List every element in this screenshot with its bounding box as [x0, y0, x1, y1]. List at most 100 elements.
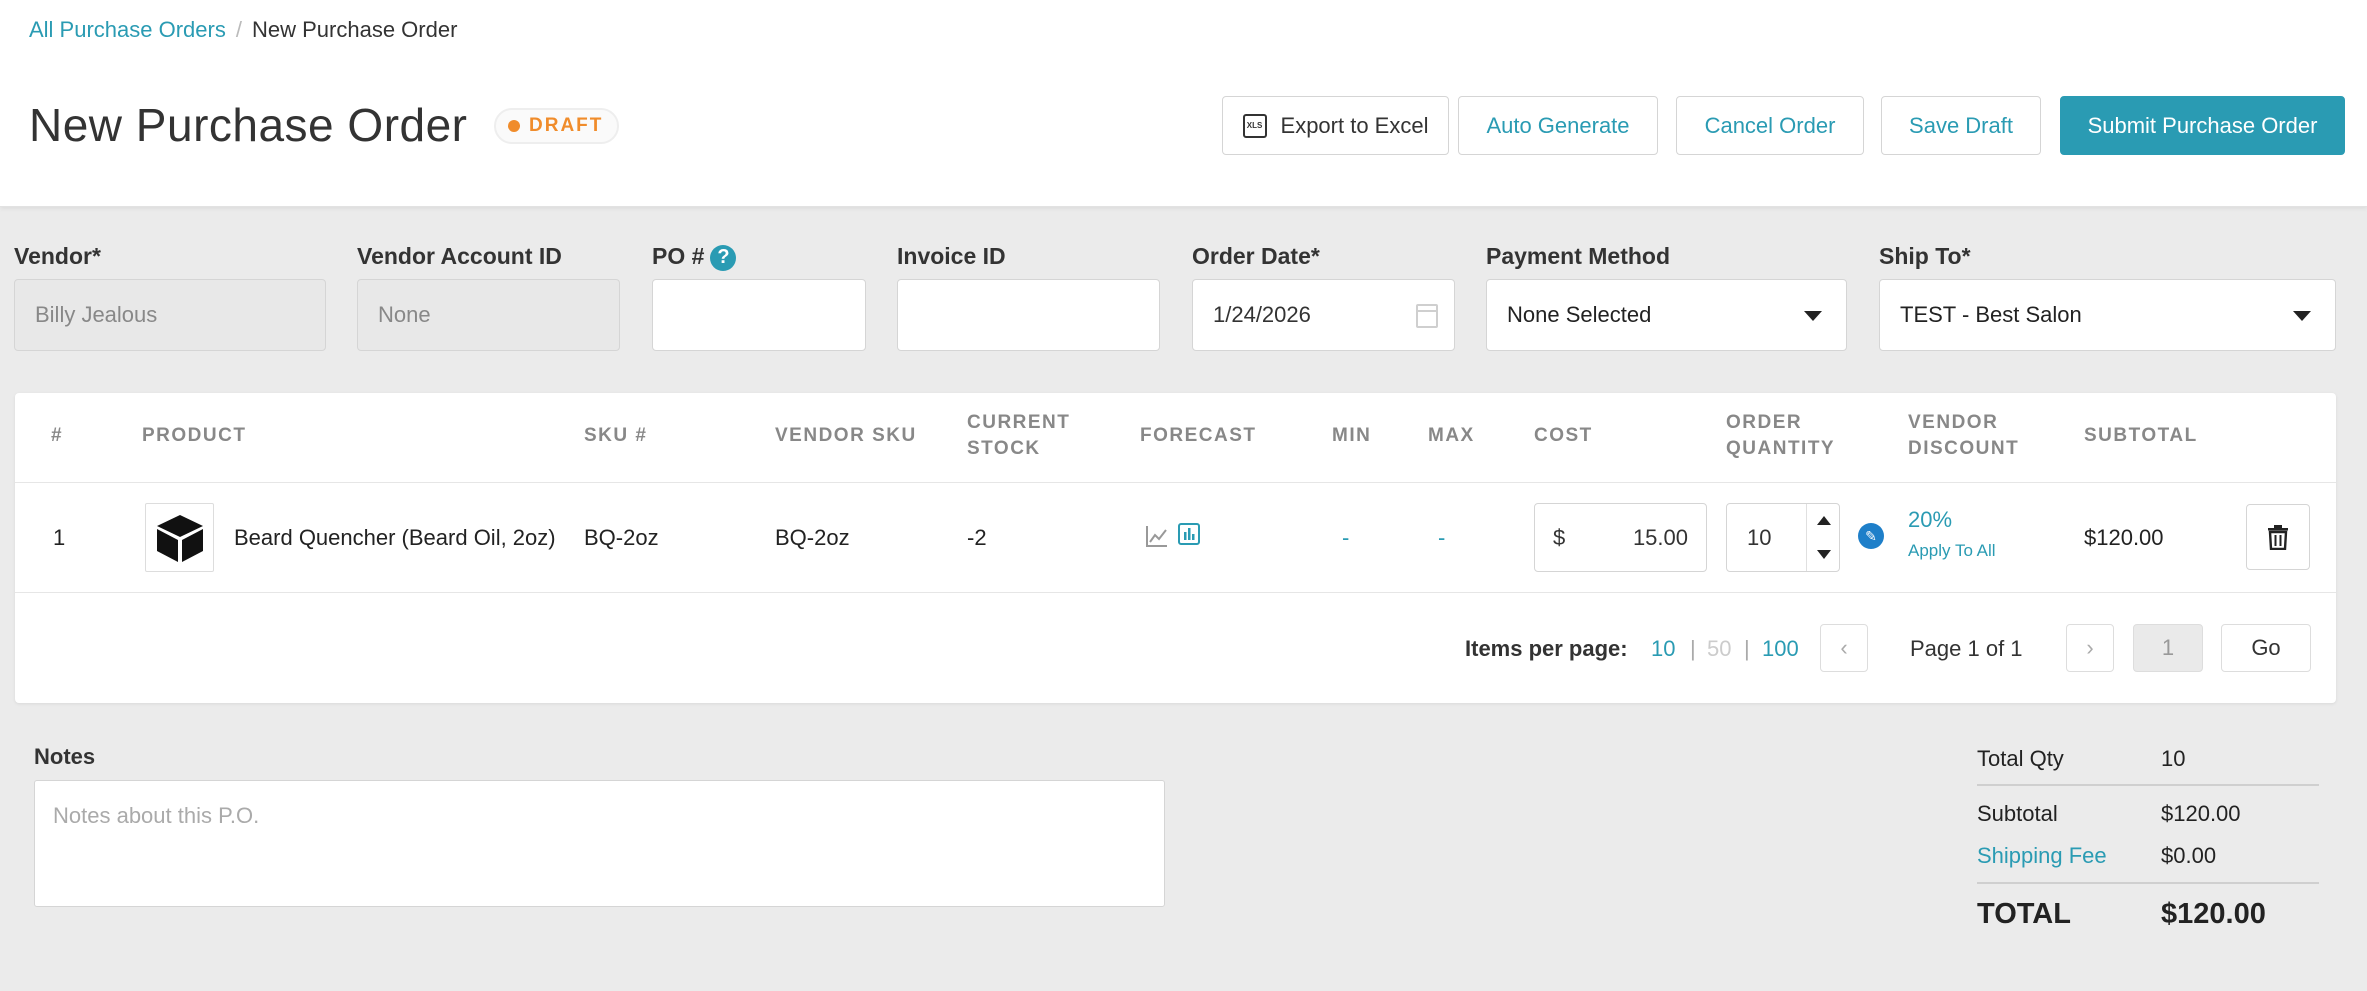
product-image[interactable]: [145, 503, 214, 572]
breadcrumb-current: New Purchase Order: [251, 17, 458, 42]
product-name[interactable]: Beard Quencher (Beard Oil, 2oz): [234, 525, 556, 551]
line-chart-icon[interactable]: [1145, 524, 1169, 548]
chevron-down-icon: [2293, 311, 2311, 321]
col-header-vendor-discount: VENDOR DISCOUNT: [1908, 410, 2019, 462]
export-to-excel-button[interactable]: XLS Export to Excel: [1222, 96, 1449, 155]
quantity-value: 10: [1747, 525, 1772, 550]
total-label: TOTAL: [1977, 898, 2071, 930]
vendor-discount-value[interactable]: 20%: [1908, 507, 1952, 533]
currency-symbol: $: [1553, 525, 1566, 550]
status-dot-icon: [508, 120, 520, 132]
col-header-vendor-sku: VENDOR SKU: [775, 425, 917, 446]
max-value[interactable]: -: [1438, 525, 1445, 551]
apply-to-all-link[interactable]: Apply To All: [1908, 541, 1996, 561]
col-header-min: MIN: [1332, 425, 1372, 446]
invoice-id-label: Invoice ID: [897, 243, 1006, 269]
po-number-input[interactable]: [652, 279, 866, 351]
page-indicator: Page 1 of 1: [1910, 636, 2023, 661]
col-header-current-stock-line2: STOCK: [967, 438, 1041, 459]
divider: [15, 482, 2336, 483]
items-per-page-50[interactable]: 50: [1707, 636, 1731, 662]
breadcrumb-all-purchase-orders[interactable]: All Purchase Orders: [29, 17, 226, 42]
min-value[interactable]: -: [1342, 525, 1349, 551]
ship-to-select[interactable]: TEST - Best Salon: [1879, 279, 2336, 351]
next-page-button[interactable]: ›: [2066, 624, 2114, 672]
vendor-sku-value: BQ-2oz: [775, 525, 850, 550]
box-icon: [156, 514, 203, 562]
chevron-down-icon: [1804, 311, 1822, 321]
items-per-page-100[interactable]: 100: [1762, 636, 1799, 662]
order-date-value: 1/24/2026: [1213, 302, 1311, 327]
col-header-product: PRODUCT: [142, 425, 247, 446]
sku-value: BQ-2oz: [584, 525, 659, 550]
increment-icon[interactable]: [1817, 516, 1831, 525]
status-badge-label: DRAFT: [529, 115, 604, 136]
total-qty-value: 10: [2161, 746, 2186, 771]
vendor-account-field: None: [357, 279, 620, 351]
po-number-label-text: PO #: [652, 243, 705, 269]
auto-generate-button[interactable]: Auto Generate: [1458, 96, 1658, 155]
page-title: New Purchase Order: [29, 99, 468, 151]
breadcrumb: All Purchase Orders / New Purchase Order: [29, 17, 457, 43]
cost-input[interactable]: $ 15.00: [1534, 503, 1707, 572]
payment-method-value: None Selected: [1507, 302, 1652, 327]
row-subtotal: $120.00: [2084, 525, 2164, 550]
submit-purchase-order-button[interactable]: Submit Purchase Order: [2060, 96, 2345, 155]
col-header-current-stock: CURRENT STOCK: [967, 410, 1070, 462]
invoice-id-input[interactable]: [897, 279, 1160, 351]
vendor-account-label: Vendor Account ID: [357, 243, 562, 269]
calendar-icon[interactable]: [1416, 304, 1438, 328]
items-per-page-separator: |: [1744, 636, 1750, 661]
items-per-page-10[interactable]: 10: [1651, 636, 1675, 662]
payment-method-select[interactable]: None Selected: [1486, 279, 1847, 351]
previous-page-button[interactable]: ‹: [1820, 624, 1868, 672]
vendor-field: Billy Jealous: [14, 279, 326, 351]
order-date-input[interactable]: 1/24/2026: [1192, 279, 1455, 351]
col-header-order-quantity: ORDER QUANTITY: [1726, 410, 1835, 462]
cancel-order-button[interactable]: Cancel Order: [1676, 96, 1864, 155]
current-stock-value: -2: [967, 525, 987, 550]
ship-to-value: TEST - Best Salon: [1900, 302, 2082, 327]
help-icon[interactable]: ?: [710, 244, 737, 271]
vendor-label: Vendor*: [14, 243, 101, 269]
col-header-vendor-discount-line2: DISCOUNT: [1908, 438, 2020, 459]
quantity-spinner[interactable]: [1806, 504, 1839, 571]
total-qty-label: Total Qty: [1977, 746, 2064, 771]
quantity-stepper[interactable]: 10: [1726, 503, 1840, 572]
po-number-label: PO #?: [652, 243, 737, 271]
notes-textarea[interactable]: Notes about this P.O.: [34, 780, 1165, 907]
row-number: 1: [53, 525, 66, 550]
col-header-order-quantity-line2: QUANTITY: [1726, 438, 1836, 459]
shipping-fee-link[interactable]: Shipping Fee: [1977, 843, 2107, 869]
breadcrumb-separator: /: [235, 17, 242, 42]
delete-row-button[interactable]: [2246, 504, 2310, 570]
summary-divider: [1977, 882, 2319, 884]
payment-method-label: Payment Method: [1486, 243, 1671, 269]
total-value: $120.00: [2161, 898, 2266, 930]
col-header-max: MAX: [1428, 425, 1475, 446]
notes-label: Notes: [34, 744, 96, 769]
page-header: All Purchase Orders / New Purchase Order N…: [0, 0, 2367, 207]
items-per-page-label: Items per page:: [1465, 636, 1628, 661]
col-header-number: #: [51, 425, 64, 446]
export-to-excel-label: Export to Excel: [1280, 112, 1429, 138]
line-items-card: # PRODUCT SKU # VENDOR SKU CURRENT STOCK…: [15, 393, 2336, 703]
col-header-forecast: FORECAST: [1140, 425, 1257, 446]
status-badge: DRAFT: [494, 108, 620, 144]
bar-chart-icon[interactable]: [1177, 522, 1201, 546]
go-button[interactable]: Go: [2221, 624, 2311, 672]
shipping-fee-value: $0.00: [2161, 843, 2217, 868]
col-header-current-stock-line1: CURRENT: [967, 412, 1071, 433]
excel-icon: XLS: [1242, 113, 1267, 138]
col-header-order-quantity-line1: ORDER: [1726, 412, 1803, 433]
order-date-label: Order Date*: [1192, 243, 1320, 269]
save-draft-button[interactable]: Save Draft: [1881, 96, 2041, 155]
items-per-page-separator: |: [1690, 636, 1696, 661]
col-header-cost: COST: [1534, 425, 1593, 446]
summary-divider: [1977, 784, 2319, 786]
edit-icon[interactable]: ✎: [1858, 523, 1884, 549]
page-number-input[interactable]: 1: [2133, 624, 2203, 672]
ship-to-label: Ship To*: [1879, 243, 1971, 269]
divider: [15, 592, 2336, 593]
decrement-icon[interactable]: [1817, 550, 1831, 559]
